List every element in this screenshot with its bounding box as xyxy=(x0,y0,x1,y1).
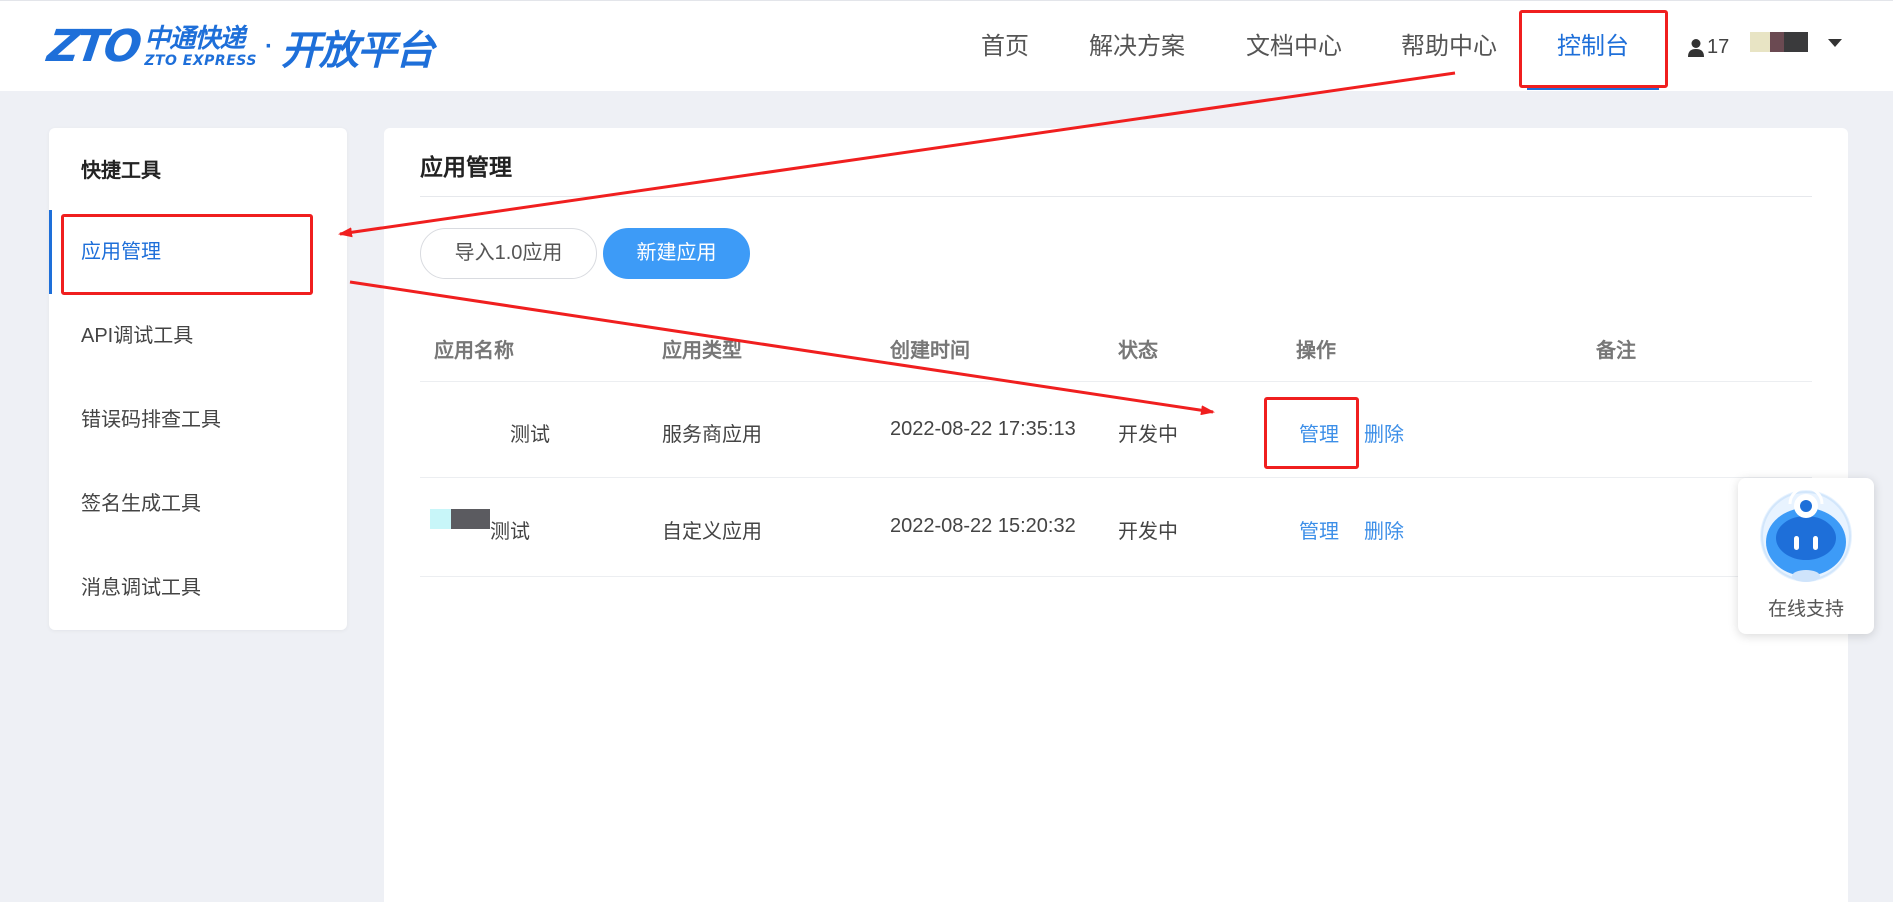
manage-link[interactable]: 管理 xyxy=(1299,418,1339,447)
th-app-type: 应用类型 xyxy=(662,340,742,362)
logo-platform-name: 开放平台 xyxy=(280,28,435,74)
logo-brand-en: ZTO EXPRESS xyxy=(144,53,257,69)
sidebar-item-signature[interactable]: 签名生成工具 xyxy=(49,462,347,546)
delete-link[interactable]: 删除 xyxy=(1364,515,1404,544)
zto-open-platform-logo[interactable]: ZTO 中通快递 ZTO EXPRESS · 开放平台 xyxy=(44,21,434,74)
user-icon xyxy=(1688,39,1704,57)
sidebar-item-api-debug[interactable]: API调试工具 xyxy=(49,294,347,378)
main-panel: 应用管理 导入1.0应用 新建应用 应用名称 应用类型 创建时间 状态 操作 备… xyxy=(384,128,1848,902)
nav-active-underline xyxy=(1527,87,1659,90)
nav-docs[interactable]: 文档中心 xyxy=(1246,1,1342,92)
th-app-name: 应用名称 xyxy=(434,340,514,362)
logo-brand-cn: 中通快递 xyxy=(144,24,245,54)
cell-status: 开发中 xyxy=(1118,521,1178,543)
nav-home[interactable]: 首页 xyxy=(981,1,1029,92)
cell-created-time: 2022-08-22 15:20:32 xyxy=(890,515,1076,537)
user-count: 17 xyxy=(1707,36,1730,58)
cell-app-type: 自定义应用 xyxy=(662,521,762,543)
chevron-down-icon[interactable] xyxy=(1828,39,1842,47)
sidebar-item-error-code[interactable]: 错误码排查工具 xyxy=(49,378,347,462)
logo-brand-mark: ZTO xyxy=(44,21,142,72)
sidebar-item-app-management[interactable]: 应用管理 xyxy=(49,210,347,294)
import-v1-app-button[interactable]: 导入1.0应用 xyxy=(420,228,597,279)
row-divider xyxy=(420,477,1812,478)
th-actions: 操作 xyxy=(1296,340,1336,362)
cell-app-name: 测试 xyxy=(510,424,550,446)
top-navigation-bar: ZTO 中通快递 ZTO EXPRESS · 开放平台 首页 解决方案 文档中心… xyxy=(0,0,1893,91)
create-app-button[interactable]: 新建应用 xyxy=(603,228,750,279)
th-notes: 备注 xyxy=(1596,340,1636,362)
online-support-label: 在线支持 xyxy=(1767,599,1844,620)
title-divider xyxy=(420,196,1812,197)
masked-username[interactable] xyxy=(1750,32,1808,52)
th-created-time: 创建时间 xyxy=(890,340,970,362)
nav-solutions[interactable]: 解决方案 xyxy=(1089,1,1185,92)
masked-name-part xyxy=(430,509,451,529)
logo-brand-text: 中通快递 ZTO EXPRESS xyxy=(144,26,257,68)
sidebar-item-message-debug[interactable]: 消息调试工具 xyxy=(49,546,347,630)
cell-status: 开发中 xyxy=(1118,424,1178,446)
sidebar: 快捷工具 应用管理 API调试工具 错误码排查工具 签名生成工具 消息调试工具 xyxy=(49,128,347,630)
logo-separator: · xyxy=(264,33,273,60)
cell-created-time: 2022-08-22 17:35:13 xyxy=(890,418,1076,440)
nav-console[interactable]: 控制台 xyxy=(1557,1,1629,92)
table-header-divider xyxy=(420,381,1812,382)
robot-assistant-icon xyxy=(1760,486,1852,582)
th-status: 状态 xyxy=(1118,340,1158,362)
manage-link[interactable]: 管理 xyxy=(1299,515,1339,544)
cell-app-name: 测试 xyxy=(490,521,530,543)
sidebar-title: 快捷工具 xyxy=(81,160,161,182)
page-title: 应用管理 xyxy=(420,154,512,180)
nav-help[interactable]: 帮助中心 xyxy=(1401,1,1497,92)
row-divider xyxy=(420,576,1812,577)
cell-app-type: 服务商应用 xyxy=(662,424,762,446)
online-support-widget[interactable]: 在线支持 xyxy=(1738,478,1874,634)
delete-link[interactable]: 删除 xyxy=(1364,418,1404,447)
masked-name-part xyxy=(451,509,490,529)
